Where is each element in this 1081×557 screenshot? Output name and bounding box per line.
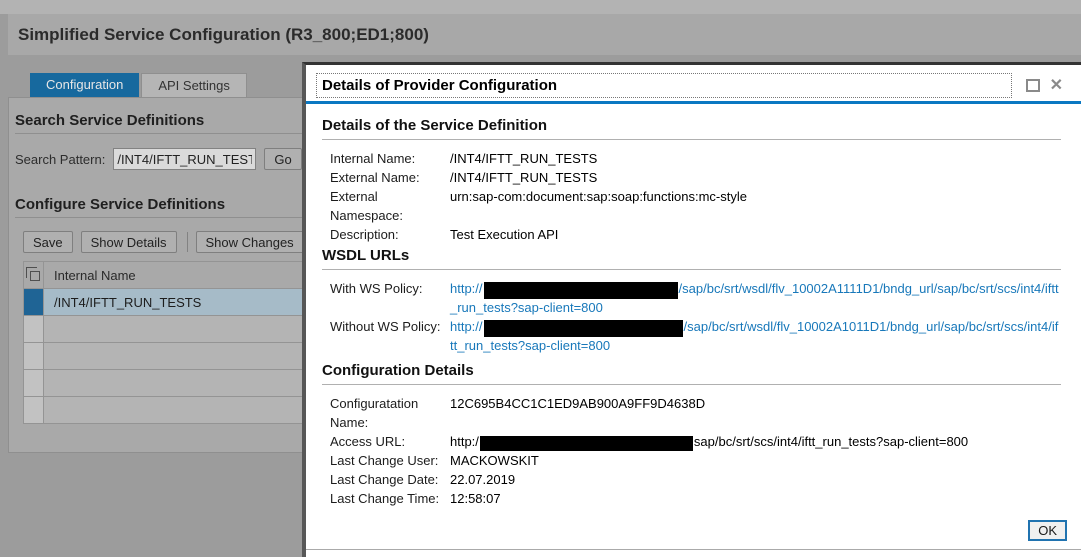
row-selector-cell[interactable] [24,397,44,423]
search-pattern-input[interactable] [113,148,256,170]
detail-value: /INT4/IFTT_RUN_TESTS [450,168,597,187]
access-url-value: http:/ sap/bc/srt/scs/int4/iftt_run_tests… [450,432,968,451]
detail-label: Access URL: [330,432,450,451]
app-title-bar: Simplified Service Configuration (R3_800… [8,14,1081,55]
go-button[interactable]: Go [264,148,301,170]
detail-value: urn:sap-com:document:sap:soap:functions:… [450,187,747,225]
row-selector-cell[interactable] [24,316,44,342]
detail-row: External Name: /INT4/IFTT_RUN_TESTS [322,168,1061,187]
url-suffix: sap/bc/srt/scs/int4/iftt_run_tests?sap-c… [694,434,968,449]
maximize-icon[interactable] [1026,79,1040,92]
url-prefix: http:// [450,281,483,296]
detail-row: Last Change Date: 22.07.2019 [322,470,1061,489]
dialog-title-row: Details of Provider Configuration ✕ [316,73,1063,98]
wsdl-urls-section: WSDL URLs With WS Policy: http:///sap/bc… [322,247,1061,355]
show-changes-button[interactable]: Show Changes [196,231,304,253]
tab-api-settings[interactable]: API Settings [141,73,247,97]
dialog-title-rule [306,101,1081,104]
select-all-icon [30,271,40,281]
select-all-cell[interactable] [24,262,44,288]
wsdl-row: With WS Policy: http:///sap/bc/srt/wsdl/… [322,279,1061,317]
dialog-title: Details of Provider Configuration [316,73,1012,98]
detail-value: /INT4/IFTT_RUN_TESTS [450,149,597,168]
service-definition-section: Details of the Service Definition Intern… [322,117,1061,244]
detail-label: Without WS Policy: [330,317,450,355]
wsdl-link-without-policy[interactable]: http:///sap/bc/srt/wsdl/flv_10002A1011D1… [450,317,1061,355]
configuration-details-heading: Configuration Details [322,362,1061,385]
page-title: Simplified Service Configuration (R3_800… [18,25,429,45]
detail-value: 12C695B4CC1C1ED9AB900A9FF9D4638D [450,394,705,432]
tab-configuration[interactable]: Configuration [30,73,139,97]
show-details-button[interactable]: Show Details [81,231,177,253]
detail-row: Description: Test Execution API [322,225,1061,244]
detail-label: Last Change Date: [330,470,450,489]
detail-row: Access URL: http:/ sap/bc/srt/scs/int4/if… [322,432,1061,451]
detail-value: MACKOWSKIT [450,451,539,470]
wsdl-urls-heading: WSDL URLs [322,247,1061,270]
dialog-window-controls: ✕ [1026,79,1063,93]
search-pattern-label: Search Pattern: [15,152,105,167]
detail-row: Last Change Time: 12:58:07 [322,489,1061,508]
tab-strip: Configuration API Settings [30,73,249,97]
provider-configuration-dialog: Details of Provider Configuration ✕ Deta… [302,62,1081,557]
row-selector-cell[interactable] [24,343,44,369]
wsdl-link-with-policy[interactable]: http:///sap/bc/srt/wsdl/flv_10002A1111D1… [450,279,1061,317]
row-selector-cell[interactable] [24,289,44,315]
row-selector-cell[interactable] [24,370,44,396]
page-top-strip [0,0,1081,14]
close-icon[interactable]: ✕ [1050,79,1063,93]
dialog-footer-line [306,549,1081,550]
service-definition-heading: Details of the Service Definition [322,117,1061,140]
detail-label: Last Change User: [330,451,450,470]
detail-row: Last Change User: MACKOWSKIT [322,451,1061,470]
url-prefix: http:/ [450,434,479,449]
configuration-details-section: Configuration Details Configuratation Na… [322,362,1061,508]
detail-row: Internal Name: /INT4/IFTT_RUN_TESTS [322,149,1061,168]
redacted-host-bar [484,320,683,337]
redacted-host-bar [484,282,678,299]
detail-label: Last Change Time: [330,489,450,508]
save-button[interactable]: Save [23,231,73,253]
detail-value: 12:58:07 [450,489,501,508]
search-row: Search Pattern: Go [15,148,302,170]
ok-button[interactable]: OK [1028,520,1067,541]
detail-label: Internal Name: [330,149,450,168]
detail-label: With WS Policy: [330,279,450,317]
detail-row: Configuratation Name: 12C695B4CC1C1ED9AB… [322,394,1061,432]
detail-label: External Name: [330,168,450,187]
redacted-host-bar [480,436,693,451]
detail-label: Description: [330,225,450,244]
toolbar-separator [187,232,188,252]
url-prefix: http:// [450,319,483,334]
detail-label: External Namespace: [330,187,450,225]
detail-value: Test Execution API [450,225,558,244]
detail-label: Configuratation Name: [330,394,450,432]
detail-row: External Namespace: urn:sap-com:document… [322,187,1061,225]
detail-value: 22.07.2019 [450,470,515,489]
wsdl-row: Without WS Policy: http:///sap/bc/srt/ws… [322,317,1061,355]
